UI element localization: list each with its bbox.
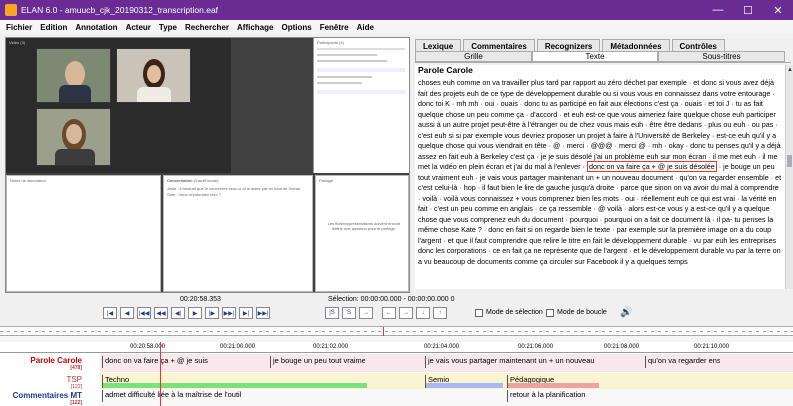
participants-panel: Participants (4) (313, 38, 409, 173)
annotation-segment[interactable]: retour à la planification (507, 390, 599, 402)
conversation-label: Conversation (167, 178, 193, 183)
tab-sous-titres[interactable]: Sous-titres (658, 51, 785, 62)
play-selection-button[interactable]: |S (325, 307, 339, 319)
tick-label: 00:21:02.000 (313, 344, 349, 350)
overview-ruler[interactable] (0, 326, 793, 337)
tick-label: 00:21:10.000 (694, 344, 730, 350)
menu-acteur[interactable]: Acteur (126, 23, 151, 32)
minimize-button[interactable]: — (703, 0, 733, 20)
view-tabbar: Grille Texte Sous-titres (415, 51, 791, 63)
video-gallery: Vidéo (3) (6, 38, 231, 173)
annotation-segment[interactable]: qu'on va regarder ens (645, 356, 720, 368)
annotation-segment[interactable]: Pédagogique (507, 375, 599, 388)
notes-label: Notes de discussion (10, 178, 46, 183)
tab-grille[interactable]: Grille (415, 51, 532, 62)
tab-texte[interactable]: Texte (532, 51, 658, 62)
menu-fenetre[interactable]: Fenêtre (320, 23, 349, 32)
left-boundary-button[interactable]: ← (382, 307, 396, 319)
conversation-message-1: Josie : il faudrait que le concernes ceu… (167, 186, 301, 191)
tick-label: 00:21:04.000 (424, 344, 460, 350)
notes-panel: Notes de discussion (6, 175, 161, 292)
participant-video-1 (36, 48, 111, 103)
selection-s-button[interactable]: S (342, 307, 356, 319)
forward-button[interactable]: ▶▶| (222, 307, 236, 319)
up-tier-button[interactable]: ↑ (433, 307, 447, 319)
loop-mode-checkbox[interactable] (546, 309, 554, 317)
sharing-label: Partage (319, 178, 334, 183)
sharing-message: Les fichiers/présentations doivent encor… (327, 221, 401, 231)
video-label: Vidéo (3) (9, 40, 26, 45)
tick-label: 00:21:08.000 (604, 344, 640, 350)
maximize-button[interactable]: ☐ (733, 0, 763, 20)
media-controls: 00:20:58.353 Sélection: 00:00:00.000 - 0… (0, 293, 793, 325)
annotation-segment[interactable]: Semio (425, 375, 503, 388)
loop-mode-label: Mode de boucle (557, 309, 607, 316)
timeline-viewer[interactable]: 00:20:58.000 00:21:00.000 00:21:02.000 0… (0, 342, 793, 406)
transcript-after: · je bouge un peu tout vraiment euh · je… (418, 162, 782, 266)
transcript-scrollbar[interactable]: ▲ (785, 65, 793, 289)
window-title: ELAN 6.0 - amuucb_cjk_20190312_transcrip… (21, 5, 219, 15)
prev-second-button[interactable]: |◀◀ (137, 307, 151, 319)
menu-aide[interactable]: Aide (357, 23, 374, 32)
play-button[interactable]: ▶ (188, 307, 202, 319)
menu-fichier[interactable]: Fichier (6, 23, 32, 32)
go-to-end-button[interactable]: ▶▶| (256, 307, 270, 319)
prev-frame-button[interactable]: ◀ (120, 307, 134, 319)
playback-buttons: |◀ ◀ |◀◀ ◀◀ ◀| ▶ |▶ ▶▶| ▶| ▶▶| (103, 307, 273, 319)
selection-mode-label: Mode de sélection (486, 309, 543, 316)
selection-buttons: |S S → ← → ↓ ↑ (325, 307, 450, 319)
tier-name-tsp[interactable]: TSP [122] (2, 375, 82, 390)
menu-annotation[interactable]: Annotation (75, 23, 117, 32)
elan-app-icon (5, 4, 17, 16)
current-time: 00:20:58.353 (180, 296, 221, 303)
menu-options[interactable]: Options (281, 23, 311, 32)
step-forward-button[interactable]: |▶ (205, 307, 219, 319)
menu-affichage[interactable]: Affichage (237, 23, 273, 32)
title-bar: ELAN 6.0 - amuucb_cjk_20190312_transcrip… (0, 0, 793, 20)
menu-type[interactable]: Type (159, 23, 177, 32)
conversation-message-2: Sam : Vous m'entendez bien ? (167, 192, 222, 197)
right-boundary-button[interactable]: → (399, 307, 413, 319)
volume-icon[interactable]: 🔊 (620, 307, 632, 318)
sharing-panel: Partage Les fichiers/présentations doive… (315, 175, 409, 292)
playhead[interactable] (160, 342, 161, 406)
current-annotation-highlight[interactable]: donc on va faire ça + @ je suis désolée (586, 161, 717, 172)
conversation-panel: Conversation (Inactif mode) Josie : il f… (163, 175, 313, 292)
video-viewer[interactable]: Vidéo (3) Participants (4) Notes de disc… (5, 37, 410, 293)
selection-arrow-button[interactable]: → (359, 307, 373, 319)
participants-label: Participants (4) (317, 40, 344, 45)
next-frame-button[interactable]: ▶| (239, 307, 253, 319)
tier-name-parole-carole[interactable]: Parole Carole [478] (2, 356, 82, 371)
time-ruler: 00:20:58.000 00:21:00.000 00:21:02.000 0… (0, 342, 793, 353)
participant-video-2 (116, 48, 191, 103)
close-button[interactable]: ✕ (763, 0, 793, 20)
menu-bar: Fichier Edition Annotation Acteur Type R… (0, 20, 793, 34)
go-to-begin-button[interactable]: |◀ (103, 307, 117, 319)
conversation-hint: (Inactif mode) (194, 178, 219, 183)
menu-rechercher[interactable]: Rechercher (185, 23, 229, 32)
annotation-segment[interactable]: je bouge un peu tout vraime (270, 356, 365, 368)
down-tier-button[interactable]: ↓ (416, 307, 430, 319)
menu-edition[interactable]: Edition (40, 23, 67, 32)
participant-video-3 (36, 108, 111, 166)
transcript-text-view[interactable]: choses euh comme on va travailler plus t… (415, 76, 785, 289)
annotation-segment[interactable]: donc on va faire ça + @ je suis (102, 356, 212, 368)
annotation-segment[interactable]: Techno (102, 375, 367, 388)
tick-label: 00:21:06.000 (518, 344, 554, 350)
tier-name-commentaires-mt[interactable]: Commentaires MT [122] (2, 391, 82, 406)
annotation-segment[interactable]: admet difficulté liée à la maîtrise de l… (102, 390, 367, 402)
transcript-before: choses euh comme on va travailler plus t… (418, 78, 781, 171)
selection-mode-checkbox[interactable] (475, 309, 483, 317)
selection-readout: Sélection: 00:00:00.000 - 00:00:00.000 0 (328, 296, 455, 303)
step-back-button[interactable]: ◀| (171, 307, 185, 319)
annotation-segment[interactable]: je vais vous partager maintenant un + un… (425, 356, 595, 368)
rewind-button[interactable]: ◀◀ (154, 307, 168, 319)
tick-label: 00:21:00.000 (220, 344, 256, 350)
